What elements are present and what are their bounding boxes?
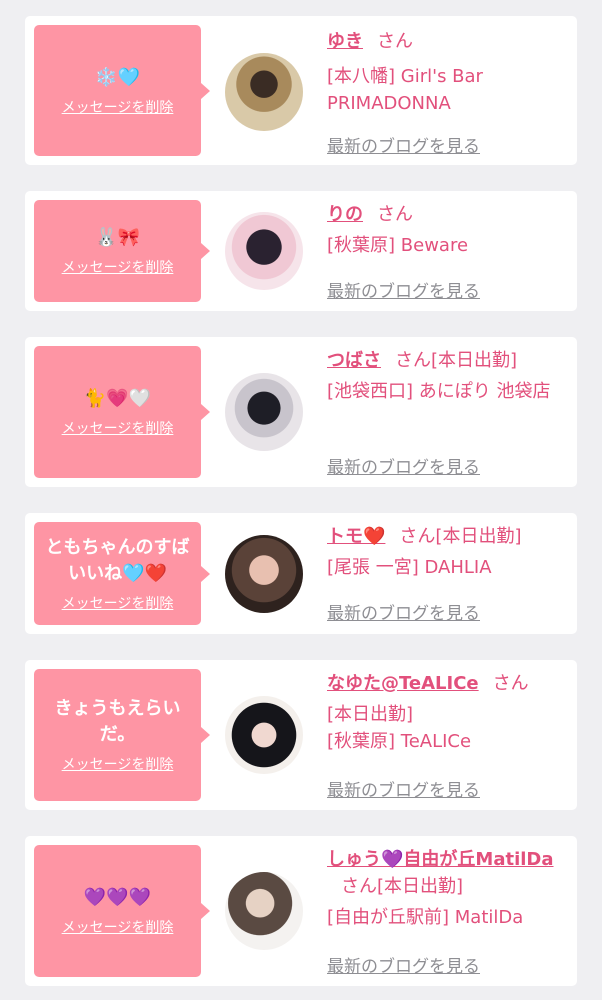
card-2: 🐰🎀 メッセージを削除 りの さん [秋葉原] Beware 最新のブログを見る <box>25 191 577 311</box>
message-bubble: ❄️🩵 メッセージを削除 <box>34 25 210 156</box>
cast-name-link[interactable]: つばさ <box>327 350 381 371</box>
avatar[interactable] <box>225 212 303 290</box>
avatar[interactable] <box>225 53 303 131</box>
attendance-status: [本日出勤] <box>435 526 522 547</box>
card-6: 💜💜💜 メッセージを削除 しゅう💜自由が丘MatilDa さん[本日出勤] [自由… <box>25 836 577 986</box>
honorific: さん <box>395 350 431 371</box>
latest-blog-link[interactable]: 最新のブログを見る <box>327 952 480 977</box>
latest-blog-link[interactable]: 最新のブログを見る <box>327 599 480 624</box>
latest-blog-link[interactable]: 最新のブログを見る <box>327 277 480 302</box>
cast-name-link[interactable]: トモ❤️ <box>327 526 385 547</box>
message-bubble: 🐈💗🤍 メッセージを削除 <box>34 346 210 478</box>
cast-info: りの さん [秋葉原] Beware <box>327 201 563 259</box>
attendance-status: [本日出勤] <box>377 876 464 897</box>
honorific: さん <box>399 526 436 547</box>
message-text: ともちゃんのすばいいね🩵❤️ <box>45 536 190 584</box>
delete-message-link[interactable]: メッセージを削除 <box>62 917 174 937</box>
shop-location: [池袋西口] あにぽり 池袋店 <box>327 381 551 402</box>
delete-message-link[interactable]: メッセージを削除 <box>62 593 174 613</box>
attendance-status: [本日出勤] <box>327 704 414 725</box>
message-text: 🐈💗🤍 <box>83 388 152 409</box>
latest-blog-link[interactable]: 最新のブログを見る <box>327 776 480 801</box>
honorific: さん <box>377 31 413 52</box>
message-bubble: きょうもえらいだ。 メッセージを削除 <box>34 669 210 801</box>
honorific: さん <box>341 876 377 897</box>
card-5: きょうもえらいだ。 メッセージを削除 なゆた@TeALICe さん [本日出勤] … <box>25 660 577 810</box>
card-1: ❄️🩵 メッセージを削除 ゆき さん [本八幡] Girl's Bar PRIMA… <box>25 16 577 165</box>
cast-info: ゆき さん [本八幡] Girl's Bar PRIMADONNA <box>327 28 563 117</box>
cast-name-link[interactable]: なゆた@TeALICe <box>327 673 479 694</box>
message-text: 💜💜💜 <box>83 887 152 908</box>
shop-location: [秋葉原] Beware <box>327 235 469 256</box>
cast-info: なゆた@TeALICe さん [本日出勤] [秋葉原] TeALICe <box>327 670 563 755</box>
delete-message-link[interactable]: メッセージを削除 <box>62 754 174 774</box>
shop-location: [秋葉原] TeALICe <box>327 731 472 752</box>
cast-info: つばさ さん[本日出勤] [池袋西口] あにぽり 池袋店 <box>327 347 563 405</box>
avatar[interactable] <box>225 535 303 613</box>
avatar[interactable] <box>225 373 303 451</box>
shop-location: [本八幡] Girl's Bar PRIMADONNA <box>327 66 483 114</box>
message-text: 🐰🎀 <box>95 227 140 248</box>
cast-name-link[interactable]: しゅう💜自由が丘MatilDa <box>327 849 554 870</box>
shop-location: [自由が丘駅前] MatilDa <box>327 907 524 928</box>
honorific: さん <box>377 204 413 225</box>
shop-location: [尾張 一宮] DAHLIA <box>327 557 492 578</box>
card-3: 🐈💗🤍 メッセージを削除 つばさ さん[本日出勤] [池袋西口] あにぽり 池袋店… <box>25 337 577 487</box>
delete-message-link[interactable]: メッセージを削除 <box>62 97 174 117</box>
latest-blog-link[interactable]: 最新のブログを見る <box>327 453 480 478</box>
latest-blog-link[interactable]: 最新のブログを見る <box>327 132 480 157</box>
avatar[interactable] <box>225 872 303 950</box>
cast-name-link[interactable]: りの <box>327 204 363 225</box>
message-bubble: 🐰🎀 メッセージを削除 <box>34 200 210 302</box>
message-text: ❄️🩵 <box>95 66 140 88</box>
message-text: きょうもえらいだ。 <box>54 698 181 745</box>
honorific: さん <box>492 673 529 694</box>
avatar[interactable] <box>225 696 303 774</box>
cast-info: しゅう💜自由が丘MatilDa さん[本日出勤] [自由が丘駅前] MatilDa <box>327 846 563 931</box>
card-4: ともちゃんのすばいいね🩵❤️ メッセージを削除 トモ❤️ さん[本日出勤] [尾張… <box>25 513 577 634</box>
cast-name-link[interactable]: ゆき <box>327 31 363 52</box>
cast-info: トモ❤️ さん[本日出勤] [尾張 一宮] DAHLIA <box>327 523 563 581</box>
delete-message-link[interactable]: メッセージを削除 <box>62 418 174 438</box>
delete-message-link[interactable]: メッセージを削除 <box>62 257 174 277</box>
attendance-status: [本日出勤] <box>431 350 518 371</box>
message-bubble: 💜💜💜 メッセージを削除 <box>34 845 210 977</box>
message-bubble: ともちゃんのすばいいね🩵❤️ メッセージを削除 <box>34 522 210 625</box>
